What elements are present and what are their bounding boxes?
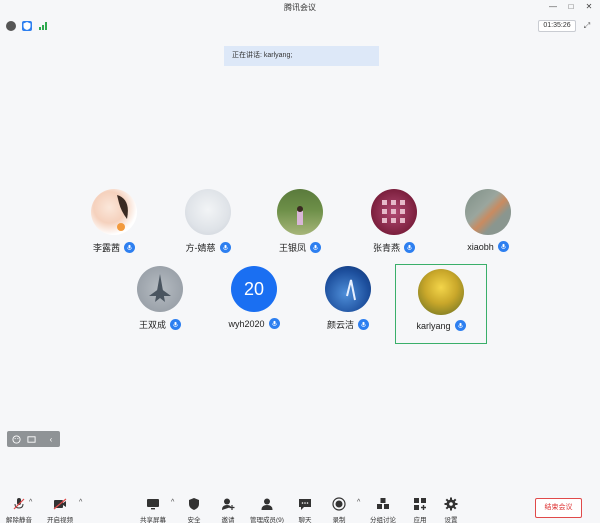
mic-icon [268,318,280,329]
video-options-caret[interactable]: ^ [79,499,82,506]
mic-icon [310,242,321,253]
share-screen-icon [146,497,160,511]
minimize-button[interactable]: — [548,1,558,11]
participant-tile-active[interactable]: karlyang [395,264,487,344]
manage-members-button[interactable]: 管理成员(9) [250,493,284,523]
avatar [465,189,511,235]
shield-icon[interactable] [22,21,32,31]
mic-icon [404,242,415,253]
mic-icon [358,319,369,330]
unmute-button[interactable]: 解除静音 [2,493,36,523]
avatar [91,189,137,235]
participant-name: 颜云洁 [326,320,354,330]
floating-panel[interactable]: ‹ [7,431,60,447]
avatar [137,266,183,312]
settings-button[interactable]: 设置 [434,493,468,523]
shield-icon [187,497,201,511]
participant-name: wyh2020 [228,318,265,329]
meeting-timer: 01:35:26 [538,20,576,32]
record-button[interactable]: 录制 [322,493,356,523]
avatar [325,266,371,312]
chat-icon [298,497,312,511]
collapse-left-icon[interactable]: ‹ [45,433,57,445]
mic-icon [170,319,181,330]
record-icon [332,497,346,511]
participant-name: karlyang [416,320,451,331]
breakout-button[interactable]: 分组讨论 [366,493,400,523]
speaking-banner: 正在讲话: karlyang; [224,46,379,66]
close-button[interactable]: ✕ [584,1,594,11]
participant-tile[interactable]: 张青燕 [348,189,440,269]
avatar [185,189,231,235]
window-title: 腾讯会议 [284,3,316,12]
invite-icon [221,497,235,511]
status-row: 01:35:26 ⤢ [0,16,600,36]
participant-name: xiaobh [467,241,494,252]
participant-tile[interactable]: 颜云洁 [302,266,394,346]
apps-icon [413,497,427,511]
emoji-icon[interactable] [10,433,22,445]
participant-name: 方-婧慈 [185,243,216,253]
participant-tile[interactable]: 20 wyh2020 [208,266,300,346]
participant-name: 王双成 [138,320,166,330]
participant-tile[interactable]: 方-婧慈 [162,189,254,269]
participant-name: 李露茜 [92,243,120,253]
share-screen-button[interactable]: 共享屏幕 [136,493,170,523]
share-options-caret[interactable]: ^ [171,499,174,506]
grid-view-icon[interactable] [25,433,37,445]
participant-name: 张青燕 [372,243,400,253]
avatar [371,189,417,235]
participant-tile[interactable]: xiaobh [442,189,534,269]
record-options-caret[interactable]: ^ [357,499,360,506]
participant-tile[interactable]: 王双成 [114,266,206,346]
mic-icon [124,242,135,253]
signal-icon[interactable] [38,21,48,31]
start-video-button[interactable]: 开启视频 [43,493,77,523]
mic-icon [497,241,509,252]
camera-off-icon [53,497,67,511]
maximize-button[interactable]: □ [566,1,576,11]
breakout-icon [376,497,390,511]
participant-tile[interactable]: 王银凤 [254,189,346,269]
title-bar: 腾讯会议 — □ ✕ [0,0,600,14]
audio-options-caret[interactable]: ^ [29,499,32,506]
avatar: 20 [231,266,277,312]
avatar [277,189,323,235]
gear-icon [444,497,458,511]
info-icon[interactable] [6,21,16,31]
fullscreen-icon[interactable]: ⤢ [582,21,592,31]
bottom-toolbar: 解除静音 ^ 开启视频 ^ 共享屏幕 ^ 安全 邀请 管理成员(9) 聊天 录制… [0,493,600,523]
participant-tile[interactable]: 李露茜 [68,189,160,269]
mic-muted-icon [12,497,26,511]
mic-icon [219,242,231,253]
mic-icon [454,320,466,331]
invite-button[interactable]: 邀请 [211,493,245,523]
avatar [418,269,464,315]
participant-name: 王银凤 [278,243,306,253]
end-meeting-button[interactable]: 结束会议 [535,498,582,518]
members-icon [260,497,274,511]
